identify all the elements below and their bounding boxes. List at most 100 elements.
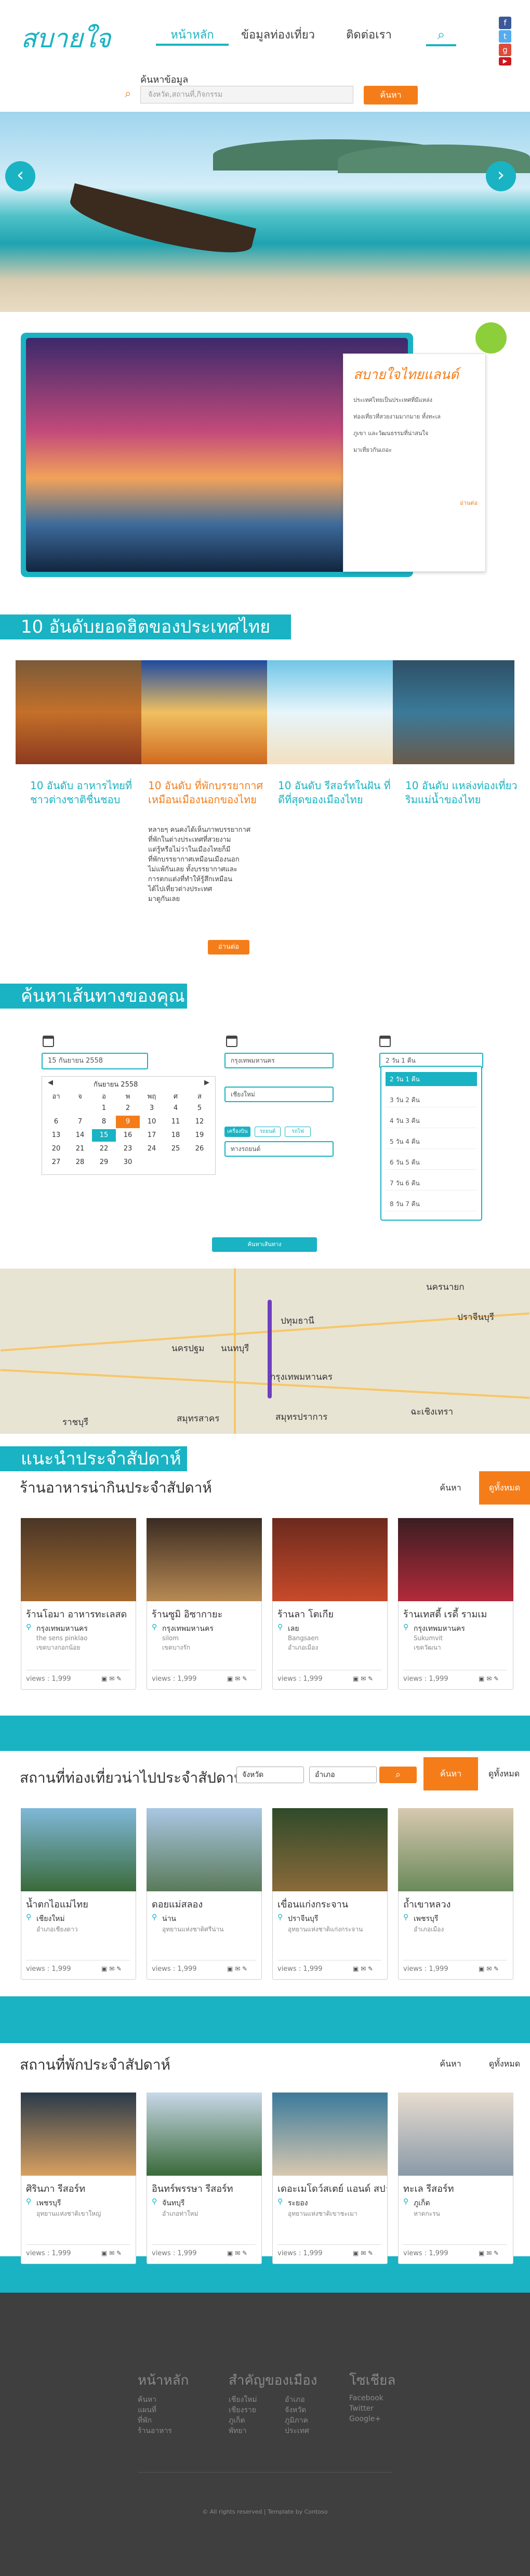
footer-link[interactable]: Google+ xyxy=(349,2415,381,2423)
card-name[interactable]: ร้านซูมิ อิซากายะ xyxy=(152,1606,261,1622)
calendar-day[interactable]: 4 xyxy=(164,1102,188,1115)
card-image[interactable] xyxy=(21,1808,136,1891)
attractions-filter-search-icon[interactable]: ⌕ xyxy=(379,1767,417,1783)
card-image[interactable] xyxy=(147,1518,262,1601)
mode-car-chip[interactable]: รถยนต์ xyxy=(255,1127,281,1137)
calendar-day[interactable]: 14 xyxy=(68,1129,92,1142)
card-name[interactable]: เขื่อนแก่งกระจาน xyxy=(277,1897,387,1912)
card-name[interactable]: ถ้ำเขาหลวง xyxy=(403,1897,512,1912)
calendar-day[interactable]: 20 xyxy=(44,1143,68,1155)
card-name[interactable]: ทะเล รีสอร์ท xyxy=(403,2181,512,2196)
calendar-day[interactable]: 7 xyxy=(68,1116,92,1128)
restaurants-search-tab[interactable]: ค้นหา xyxy=(422,1471,479,1505)
top10-caption-resort[interactable]: 10 อันดับ รีสอร์ทในฝัน ที่ดีที่สุดของเมื… xyxy=(278,779,395,807)
card-name[interactable]: ศิรินภา รีสอร์ท xyxy=(26,2181,135,2196)
footer-link[interactable]: ภูมิภาค xyxy=(285,2415,308,2426)
footer-link[interactable]: ภูเก็ต xyxy=(229,2415,245,2426)
province-filter-select[interactable]: จังหวัด xyxy=(236,1767,304,1783)
share-icons[interactable]: ▣ ✉ ✎ xyxy=(101,2250,122,2257)
duration-option[interactable]: 3 วัน 2 คืน xyxy=(386,1093,477,1107)
calendar-day[interactable]: 13 xyxy=(44,1129,68,1142)
mode-plane-chip[interactable]: เครื่องบิน xyxy=(224,1127,250,1137)
footer-link[interactable]: เชียงใหม่ xyxy=(229,2394,257,2405)
nav-contact[interactable]: ติดต่อเรา xyxy=(333,25,405,46)
card-name[interactable]: เดอะเมโดว์สเตย์ แอนด์ สปา xyxy=(277,2181,387,2196)
calendar-day[interactable]: 1 xyxy=(92,1102,116,1115)
calendar-day[interactable]: 11 xyxy=(164,1116,188,1128)
mode-train-chip[interactable]: รถไฟ xyxy=(285,1127,311,1137)
site-logo[interactable]: สบายใจ xyxy=(21,18,111,59)
search-button[interactable]: ค้นหา xyxy=(364,86,418,104)
card-image[interactable] xyxy=(147,1808,262,1891)
footer-link[interactable]: เชียงราย xyxy=(229,2404,256,2416)
card-image[interactable] xyxy=(21,1518,136,1601)
calendar-day[interactable]: 9 xyxy=(116,1116,140,1128)
route-from-select[interactable]: กรุงเทพมหานคร xyxy=(224,1053,334,1068)
footer-link[interactable]: ค้นหา xyxy=(138,2394,156,2405)
card-name[interactable]: ร้านโอมา อาหารทะเลสด xyxy=(26,1606,135,1622)
calendar-day[interactable]: 17 xyxy=(140,1129,164,1142)
share-icons[interactable]: ▣ ✉ ✎ xyxy=(101,1965,122,1972)
calendar-day[interactable]: 15 xyxy=(92,1129,116,1142)
footer-link[interactable]: แผนที่ xyxy=(138,2404,156,2416)
share-icons[interactable]: ▣ ✉ ✎ xyxy=(353,1675,373,1682)
top10-caption-food[interactable]: 10 อันดับ อาหารไทยที่ ชาวต่างชาติชื่นชอบ xyxy=(30,779,147,807)
calendar-day[interactable]: 22 xyxy=(92,1143,116,1155)
share-icons[interactable]: ▣ ✉ ✎ xyxy=(227,2250,247,2257)
calendar-day[interactable]: 2 xyxy=(116,1102,140,1115)
share-icons[interactable]: ▣ ✉ ✎ xyxy=(479,1965,499,1972)
facebook-icon[interactable]: f xyxy=(499,17,511,29)
calendar-day[interactable]: 30 xyxy=(116,1156,140,1169)
route-to-select[interactable]: เชียงใหม่ xyxy=(224,1087,334,1102)
card-name[interactable]: น้ำตกไอแม่ไทย xyxy=(26,1897,135,1912)
card-name[interactable]: ดอยแม่สลอง xyxy=(152,1897,261,1912)
card-image[interactable] xyxy=(398,1808,513,1891)
featured-read-more[interactable]: อ่านต่อ xyxy=(460,498,478,507)
search-input[interactable]: จังหวัด,สถานที่,กิจกรรม xyxy=(140,86,353,103)
hero-next-arrow-icon[interactable]: › xyxy=(486,161,516,191)
share-icons[interactable]: ▣ ✉ ✎ xyxy=(353,2250,373,2257)
top10-food-image[interactable] xyxy=(16,660,141,764)
calendar-day[interactable]: 18 xyxy=(164,1129,188,1142)
calendar-day[interactable]: 3 xyxy=(140,1102,164,1115)
calendar-day[interactable]: 12 xyxy=(188,1116,211,1128)
duration-option[interactable]: 4 วัน 3 คืน xyxy=(386,1114,477,1128)
googleplus-icon[interactable]: g xyxy=(499,44,511,56)
share-icons[interactable]: ▣ ✉ ✎ xyxy=(227,1965,247,1972)
nav-travel-info[interactable]: ข้อมูลท่องเที่ยว xyxy=(234,25,322,46)
calendar-day[interactable]: 24 xyxy=(140,1143,164,1155)
duration-option[interactable]: 8 วัน 7 คืน xyxy=(386,1197,477,1211)
calendar-day[interactable]: 19 xyxy=(188,1129,211,1142)
footer-link[interactable]: จังหวัด xyxy=(285,2404,306,2416)
attractions-all-tab[interactable]: ดูทั้งหมด xyxy=(478,1757,530,1790)
calendar-day[interactable]: 16 xyxy=(116,1129,140,1142)
area-filter-select[interactable]: อำเภอ xyxy=(309,1767,377,1783)
share-icons[interactable]: ▣ ✉ ✎ xyxy=(353,1965,373,1972)
date-input[interactable]: 15 กันยายน 2558 xyxy=(42,1053,148,1069)
calendar-day[interactable]: 27 xyxy=(44,1156,68,1169)
card-name[interactable]: ร้านเทสตี้ เรดี้ รามเม xyxy=(403,1606,512,1622)
footer-link[interactable]: Facebook xyxy=(349,2394,383,2402)
calendar-day[interactable]: 5 xyxy=(188,1102,211,1115)
twitter-icon[interactable]: t xyxy=(499,30,511,43)
calendar-day[interactable]: 23 xyxy=(116,1143,140,1155)
card-image[interactable] xyxy=(21,2093,136,2176)
hero-prev-arrow-icon[interactable]: ‹ xyxy=(5,161,35,191)
footer-link[interactable]: อำเภอ xyxy=(285,2394,305,2405)
card-image[interactable] xyxy=(272,2093,388,2176)
footer-link[interactable]: ร้านอาหาร xyxy=(138,2425,172,2437)
top10-read-more-button[interactable]: อ่านต่อ xyxy=(208,940,249,954)
header-search-icon[interactable]: ⌕ xyxy=(426,23,456,46)
share-icons[interactable]: ▣ ✉ ✎ xyxy=(479,2250,499,2257)
calendar-next-icon[interactable]: ▶ xyxy=(204,1079,209,1087)
calendar-day[interactable]: 26 xyxy=(188,1143,211,1155)
card-name[interactable]: อินทร์พรรษา รีสอร์ท xyxy=(152,2181,261,2196)
calendar-day[interactable]: 6 xyxy=(44,1116,68,1128)
restaurants-all-tab[interactable]: ดูทั้งหมด xyxy=(479,1471,530,1505)
calendar-prev-icon[interactable]: ◀ xyxy=(48,1079,53,1087)
share-icons[interactable]: ▣ ✉ ✎ xyxy=(101,1675,122,1682)
share-icons[interactable]: ▣ ✉ ✎ xyxy=(227,1675,247,1682)
footer-link[interactable]: ที่พัก xyxy=(138,2415,152,2426)
hotels-search-tab[interactable]: ค้นหา xyxy=(422,2047,479,2081)
share-icons[interactable]: ▣ ✉ ✎ xyxy=(479,1675,499,1682)
